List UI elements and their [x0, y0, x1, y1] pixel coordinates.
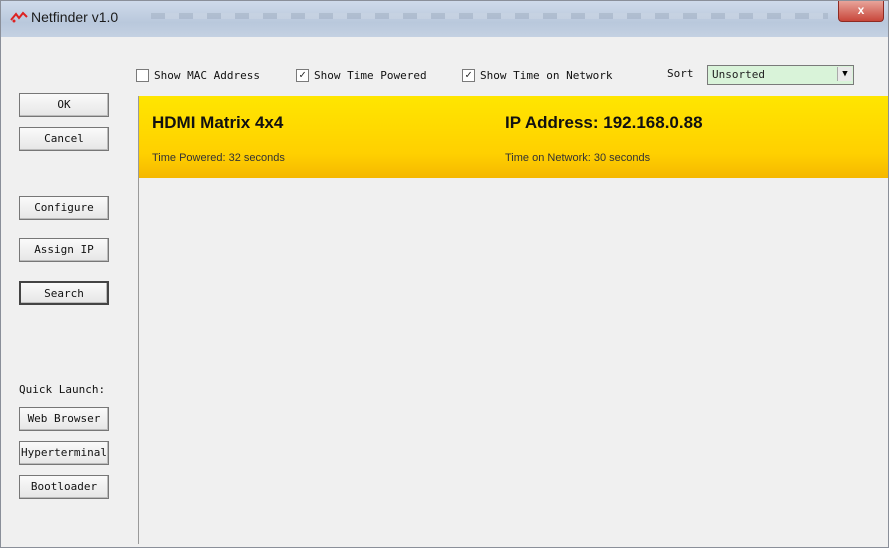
sort-select[interactable]: Unsorted ▼: [707, 65, 854, 85]
check-icon[interactable]: ✓: [462, 68, 475, 82]
sort-label: Sort: [667, 67, 694, 80]
hyperterminal-button[interactable]: Hyperterminal: [19, 441, 109, 465]
device-time-on-network: Time on Network: 30 seconds: [505, 152, 651, 164]
bootloader-button[interactable]: Bootloader: [19, 475, 109, 499]
show-time-powered-label: Show Time Powered: [314, 68, 427, 82]
device-name: HDMI Matrix 4x4: [152, 113, 284, 132]
device-ip-address: IP Address: 192.168.0.88: [505, 113, 703, 132]
show-mac-box[interactable]: [136, 68, 149, 82]
show-time-network-checkbox[interactable]: ✓ Show Time on Network: [462, 67, 612, 83]
show-time-powered-checkbox[interactable]: ✓ Show Time Powered: [296, 67, 427, 83]
title-bar-decoration: [151, 13, 828, 19]
client-area: Show MAC Address ✓ Show Time Powered ✓ S…: [7, 47, 888, 544]
netfinder-app-icon: [10, 11, 28, 23]
check-icon[interactable]: ✓: [296, 68, 309, 82]
show-mac-label: Show MAC Address: [154, 68, 260, 82]
search-button[interactable]: Search: [19, 281, 109, 305]
device-time-powered: Time Powered: 32 seconds: [152, 152, 285, 164]
web-browser-button[interactable]: Web Browser: [19, 407, 109, 431]
window-title: Netfinder v1.0: [31, 9, 119, 25]
netfinder-window: Netfinder v1.0 x Show MAC Address ✓ Show…: [0, 0, 889, 548]
device-entry[interactable]: HDMI Matrix 4x4 IP Address: 192.168.0.88…: [139, 96, 888, 178]
ok-button[interactable]: OK: [19, 93, 109, 117]
cancel-button[interactable]: Cancel: [19, 127, 109, 151]
chevron-down-icon[interactable]: ▼: [837, 67, 852, 81]
show-time-network-label: Show Time on Network: [480, 68, 613, 82]
show-mac-checkbox[interactable]: Show MAC Address: [136, 67, 260, 83]
sort-value: Unsorted: [712, 68, 765, 81]
quick-launch-label: Quick Launch:: [19, 383, 106, 396]
device-list[interactable]: HDMI Matrix 4x4 IP Address: 192.168.0.88…: [138, 96, 888, 544]
configure-button[interactable]: Configure: [19, 196, 109, 220]
close-button[interactable]: x: [838, 1, 884, 22]
assign-ip-button[interactable]: Assign IP: [19, 238, 109, 262]
title-bar[interactable]: Netfinder v1.0 x: [1, 1, 888, 37]
